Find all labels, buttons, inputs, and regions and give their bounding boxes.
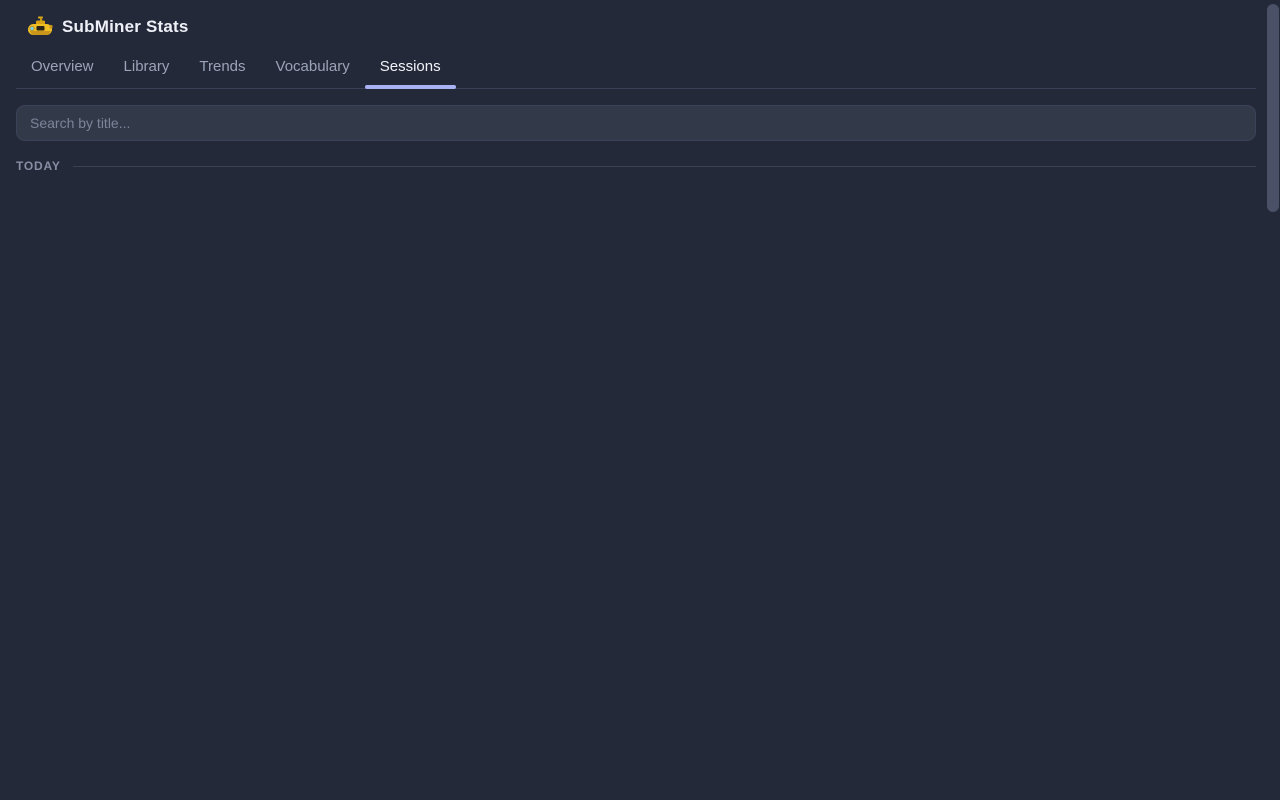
tab-sessions[interactable]: Sessions (365, 48, 456, 88)
section-label: TODAY (16, 159, 61, 173)
section-header: TODAY (16, 159, 1256, 173)
tab-bar: OverviewLibraryTrendsVocabularySessions (16, 48, 1256, 89)
tab-trends[interactable]: Trends (184, 48, 260, 88)
scrollbar-thumb[interactable] (1267, 4, 1279, 212)
scrollbar[interactable] (1266, 0, 1280, 800)
tab-library[interactable]: Library (109, 48, 185, 88)
tab-overview[interactable]: Overview (16, 48, 109, 88)
submarine-icon (27, 16, 53, 38)
app-root: SubMiner Stats OverviewLibraryTrendsVoca… (16, 0, 1256, 184)
search-input[interactable] (16, 105, 1256, 141)
header: SubMiner Stats (16, 0, 1256, 40)
tab-vocabulary[interactable]: Vocabulary (261, 48, 365, 88)
section-divider (73, 166, 1256, 167)
search-bar (16, 105, 1256, 141)
app-title: SubMiner Stats (62, 17, 189, 37)
